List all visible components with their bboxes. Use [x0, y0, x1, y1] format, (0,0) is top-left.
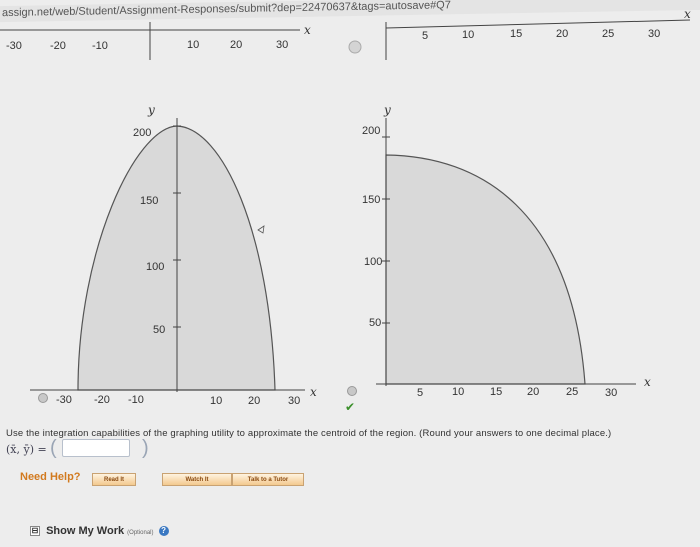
- correct-check-icon: ✔: [345, 400, 355, 414]
- top-left-axis: -30 -20 -10 10 20 30 x: [0, 22, 311, 60]
- top-left-tick: -30: [6, 40, 22, 52]
- left-y-tick: 50: [153, 324, 165, 336]
- right-graph: y 200 150 100 50 5 10 15 20 25 30 x: [362, 103, 651, 399]
- top-right-axis-label: x: [684, 7, 691, 21]
- graph-canvas: -30 -20 -10 10 20 30 x 5 10 15 20 25 30 …: [0, 7, 691, 414]
- show-my-work-label[interactable]: Show My Work: [46, 525, 124, 537]
- right-y-tick: 200: [362, 125, 380, 137]
- right-y-axis-label: y: [383, 103, 391, 117]
- right-x-tick: 30: [605, 387, 617, 399]
- left-x-tick: 30: [288, 395, 300, 407]
- top-left-tick: 20: [230, 39, 242, 51]
- optional-label: (Optional): [127, 530, 154, 536]
- right-x-tick: 15: [490, 386, 502, 398]
- left-x-tick: -10: [128, 394, 144, 406]
- collapse-toggle-icon[interactable]: ⊟: [30, 526, 40, 537]
- right-region: [385, 154, 586, 385]
- help-icon[interactable]: ?: [158, 526, 169, 537]
- left-x-tick: 20: [248, 395, 260, 407]
- top-right-tick: 5: [422, 30, 428, 42]
- right-y-tick: 100: [364, 256, 382, 268]
- left-y-tick: 150: [140, 195, 158, 207]
- top-left-tick: -20: [50, 40, 66, 52]
- top-right-tick: 10: [462, 29, 474, 41]
- right-x-axis-label: x: [644, 375, 651, 389]
- need-help-label: Need Help?: [20, 471, 81, 483]
- close-paren: ): [142, 437, 149, 459]
- right-x-tick: 25: [566, 386, 578, 398]
- top-right-tick: 30: [648, 28, 660, 40]
- top-left-axis-label: x: [304, 23, 311, 37]
- top-left-tick: 10: [187, 39, 199, 51]
- left-y-axis-label: y: [147, 103, 155, 117]
- watch-it-button[interactable]: Watch It: [162, 473, 232, 486]
- open-paren: (: [50, 437, 57, 459]
- top-right-tick: 20: [556, 28, 568, 40]
- right-y-tick: 50: [369, 317, 381, 329]
- left-x-axis-label: x: [310, 385, 317, 399]
- left-y-tick: 200: [133, 127, 151, 139]
- top-right-tick: 25: [602, 28, 614, 40]
- right-x-tick: 20: [527, 386, 539, 398]
- left-x-tick: -20: [94, 394, 110, 406]
- option-radio-left-graph[interactable]: [38, 393, 48, 403]
- top-right-axis: 5 10 15 20 25 30 x: [385, 7, 691, 60]
- left-x-tick: -30: [56, 394, 72, 406]
- centroid-label: (x̄, ȳ) =: [6, 443, 47, 456]
- left-graph: y 200 150 100 50 -30 -20 -10 10 20 30 x: [30, 103, 317, 407]
- mouse-cursor-icon: [257, 225, 265, 234]
- option-radio-right-graph[interactable]: [347, 386, 357, 396]
- left-y-tick: 100: [146, 261, 164, 273]
- left-x-tick: 10: [210, 395, 222, 407]
- right-x-tick: 5: [417, 387, 423, 399]
- talk-to-tutor-button[interactable]: Talk to a Tutor: [232, 473, 304, 486]
- right-y-tick: 150: [362, 194, 380, 206]
- question-instruction: Use the integration capabilities of the …: [6, 428, 612, 439]
- read-it-button[interactable]: Read It: [92, 473, 136, 486]
- top-left-tick: 30: [276, 39, 288, 51]
- top-right-tick: 15: [510, 28, 522, 40]
- option-radio-top-left[interactable]: [348, 40, 362, 54]
- show-my-work[interactable]: ⊟ Show My Work (Optional) ?: [30, 525, 169, 537]
- top-left-tick: -10: [92, 40, 108, 52]
- centroid-input[interactable]: [62, 439, 130, 457]
- right-x-tick: 10: [452, 386, 464, 398]
